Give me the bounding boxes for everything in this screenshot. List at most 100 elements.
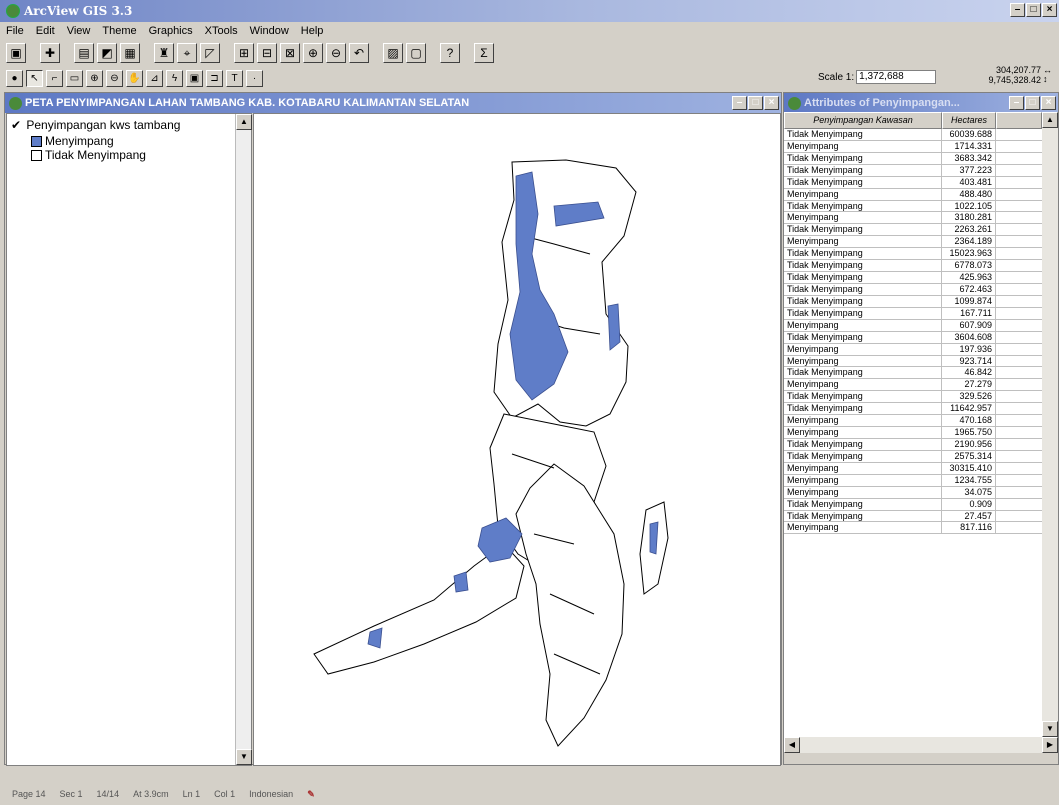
scroll-up-icon[interactable]: ▲	[1042, 112, 1058, 128]
pan-icon[interactable]: ✋	[126, 69, 143, 87]
table-row[interactable]: Menyimpang 470.168	[784, 415, 1042, 428]
measure-icon[interactable]: ⊿	[146, 69, 163, 87]
menu-theme[interactable]: Theme	[102, 25, 136, 37]
attributes-maximize-button[interactable]: □	[1025, 96, 1040, 110]
clear-selection-icon[interactable]: ▢	[406, 43, 426, 63]
table-row[interactable]: Tidak Menyimpang 6778.073	[784, 260, 1042, 273]
table-row[interactable]: Tidak Menyimpang 11642.957	[784, 403, 1042, 416]
hotlink-icon[interactable]: ϟ	[166, 69, 183, 87]
table-row[interactable]: Menyimpang 488.480	[784, 188, 1042, 201]
map-canvas[interactable]	[253, 113, 781, 766]
table-row[interactable]: Tidak Menyimpang 2575.314	[784, 450, 1042, 463]
open-table-icon[interactable]: ▦	[120, 43, 140, 63]
table-row[interactable]: Tidak Menyimpang 167.711	[784, 307, 1042, 320]
view-maximize-button[interactable]: □	[748, 96, 763, 110]
table-row[interactable]: Menyimpang 2364.189	[784, 236, 1042, 249]
zoom-out-icon[interactable]: ⊖	[326, 43, 346, 63]
table-row[interactable]: Tidak Menyimpang 1099.874	[784, 295, 1042, 308]
table-row[interactable]: Menyimpang 1965.750	[784, 427, 1042, 439]
toc-scrollbar[interactable]: ▲ ▼	[235, 114, 252, 765]
column-header-hectares[interactable]: Hectares	[942, 112, 996, 129]
edit-legend-icon[interactable]: ◩	[97, 43, 117, 63]
vertex-edit-icon[interactable]: ⌐	[46, 69, 63, 87]
area-of-interest-icon[interactable]: ▣	[186, 69, 203, 87]
table-row[interactable]: Tidak Menyimpang 2190.956	[784, 438, 1042, 451]
zoom-active-themes-icon[interactable]: ⊟	[257, 43, 277, 63]
table-row[interactable]: Menyimpang 607.909	[784, 319, 1042, 332]
select-features-icon[interactable]: ▨	[383, 43, 403, 63]
zoom-in-icon[interactable]: ⊕	[303, 43, 323, 63]
close-button[interactable]: ×	[1042, 3, 1057, 17]
visible-checkmark-icon[interactable]: ✔	[11, 118, 23, 132]
add-theme-icon[interactable]: ✚	[40, 43, 60, 63]
maximize-button[interactable]: □	[1026, 3, 1041, 17]
theme-properties-icon[interactable]: ▤	[74, 43, 94, 63]
app-title-bar[interactable]: ArcView GIS 3.3 – □ ×	[0, 0, 1059, 22]
attributes-close-button[interactable]: ×	[1041, 96, 1056, 110]
table-row[interactable]: Tidak Menyimpang 60039.688	[784, 129, 1042, 141]
menu-xtools[interactable]: XTools	[205, 25, 238, 37]
pointer-icon[interactable]: ↖	[26, 69, 43, 87]
table-row[interactable]: Tidak Menyimpang 2263.261	[784, 224, 1042, 237]
table-row[interactable]: Menyimpang 817.116	[784, 522, 1042, 535]
table-row[interactable]: Tidak Menyimpang 425.963	[784, 272, 1042, 284]
menu-view[interactable]: View	[67, 25, 91, 37]
save-project-icon[interactable]: ▣	[6, 43, 26, 63]
view-title-bar[interactable]: PETA PENYIMPANGAN LAHAN TAMBANG KAB. KOT…	[5, 93, 781, 113]
scroll-up-icon[interactable]: ▲	[236, 114, 252, 130]
scroll-down-icon[interactable]: ▼	[236, 749, 252, 765]
zoom-in-tool-icon[interactable]: ⊕	[86, 69, 103, 87]
scroll-down-icon[interactable]: ▼	[1042, 721, 1058, 737]
table-row[interactable]: Tidak Menyimpang 1022.105	[784, 200, 1042, 213]
table-row[interactable]: Tidak Menyimpang 46.842	[784, 367, 1042, 380]
select-feature-icon[interactable]: ▭	[66, 69, 83, 87]
menu-edit[interactable]: Edit	[36, 25, 55, 37]
table-row[interactable]: Menyimpang 1234.755	[784, 474, 1042, 487]
minimize-button[interactable]: –	[1010, 3, 1025, 17]
query-builder-icon[interactable]: ◸	[200, 43, 220, 63]
table-horizontal-scrollbar[interactable]: ◀ ▶	[784, 737, 1058, 753]
attributes-minimize-button[interactable]: –	[1009, 96, 1024, 110]
attributes-title-bar[interactable]: Attributes of Penyimpangan... – □ ×	[784, 93, 1058, 113]
menu-window[interactable]: Window	[250, 25, 289, 37]
table-row[interactable]: Menyimpang 197.936	[784, 343, 1042, 356]
menu-file[interactable]: File	[6, 25, 24, 37]
menu-help[interactable]: Help	[301, 25, 324, 37]
sum-icon[interactable]: Σ	[474, 43, 494, 63]
table-row[interactable]: Tidak Menyimpang 377.223	[784, 164, 1042, 177]
zoom-selected-icon[interactable]: ⊠	[280, 43, 300, 63]
label-icon[interactable]: ⊐	[206, 69, 223, 87]
view-close-button[interactable]: ×	[764, 96, 779, 110]
spellcheck-icon[interactable]: ✎	[307, 789, 315, 800]
table-row[interactable]: Menyimpang 27.279	[784, 379, 1042, 392]
table-row[interactable]: Menyimpang 923.714	[784, 355, 1042, 368]
locate-address-icon[interactable]: ⌖	[177, 43, 197, 63]
scale-input[interactable]: 1,372,688	[856, 70, 937, 84]
table-vertical-scrollbar[interactable]: ▲ ▼	[1042, 112, 1058, 737]
table-row[interactable]: Menyimpang 1714.331	[784, 140, 1042, 153]
table-row[interactable]: Menyimpang 30315.410	[784, 462, 1042, 475]
table-row[interactable]: Tidak Menyimpang 403.481	[784, 176, 1042, 189]
view-minimize-button[interactable]: –	[732, 96, 747, 110]
theme-entry[interactable]: ✔ Penyimpangan kws tambang	[11, 118, 180, 132]
menu-graphics[interactable]: Graphics	[149, 25, 193, 37]
table-row[interactable]: Menyimpang 3180.281	[784, 212, 1042, 225]
column-header-penyimpangan[interactable]: Penyimpangan Kawasan	[784, 112, 942, 129]
table-row[interactable]: Tidak Menyimpang 3604.608	[784, 331, 1042, 344]
find-icon[interactable]: ♜	[154, 43, 174, 63]
table-row[interactable]: Tidak Menyimpang 3683.342	[784, 152, 1042, 165]
zoom-full-extent-icon[interactable]: ⊞	[234, 43, 254, 63]
table-row[interactable]: Menyimpang 34.075	[784, 486, 1042, 499]
draw-point-icon[interactable]: ·	[246, 69, 263, 87]
table-row[interactable]: Tidak Menyimpang 0.909	[784, 498, 1042, 511]
table-row[interactable]: Tidak Menyimpang 329.526	[784, 391, 1042, 404]
table-row[interactable]: Tidak Menyimpang 672.463	[784, 283, 1042, 296]
zoom-previous-icon[interactable]: ↶	[349, 43, 369, 63]
table-row[interactable]: Tidak Menyimpang 27.457	[784, 510, 1042, 523]
text-icon[interactable]: T	[226, 69, 243, 87]
zoom-out-tool-icon[interactable]: ⊖	[106, 69, 123, 87]
help-icon[interactable]: ?	[440, 43, 460, 63]
identify-icon[interactable]: ●	[6, 69, 23, 87]
scroll-right-icon[interactable]: ▶	[1042, 737, 1058, 753]
scroll-left-icon[interactable]: ◀	[784, 737, 800, 753]
